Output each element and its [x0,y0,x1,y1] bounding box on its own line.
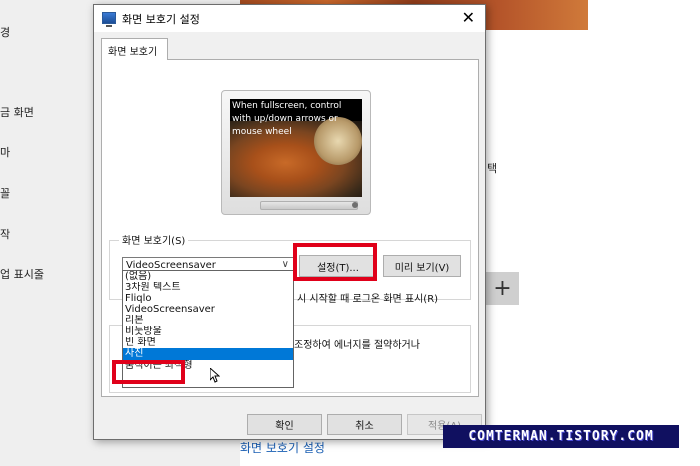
dialog-titlebar[interactable]: 화면 보호기 설정 ✕ [94,5,485,32]
tab-screensaver[interactable]: 화면 보호기 [101,38,168,60]
screensaver-settings-link[interactable]: 화면 보호기 설정 [240,439,325,456]
screensaver-group-label: 화면 보호기(S) [119,232,189,247]
sidebar-item-4[interactable]: 꼴 [0,185,10,201]
add-icon[interactable]: + [486,272,519,305]
sidebar-item-1[interactable]: 경 [0,24,10,40]
settings-partial-text: 택 [487,162,498,175]
sidebar-item-5[interactable]: 작 [0,226,10,242]
mouse-cursor-icon [210,368,220,383]
preview-overlay-text: When fullscreen, control with up/down ar… [232,101,342,137]
power-management-text: 조정하여 에너지를 절약하거나 [294,340,420,351]
ok-button[interactable]: 확인 [247,414,322,435]
watermark-banner: COMTERMAN.TISTORY.COM [443,425,679,448]
power-led-icon [352,202,358,208]
monitor-icon [102,12,116,27]
preview-screen: When fullscreen, control with up/down ar… [230,99,362,197]
close-icon[interactable]: ✕ [462,8,475,27]
dialog-title: 화면 보호기 설정 [122,13,200,26]
dropdown-option[interactable]: 비눗방울 [123,326,293,337]
preview-button[interactable]: 미리 보기(V) [383,255,461,277]
monitor-preview: When fullscreen, control with up/down ar… [221,90,371,215]
settings-button-highlight [293,243,377,281]
dropdown-option[interactable]: 리본 [123,315,293,326]
dropdown-option[interactable]: Fliqlo [123,293,293,304]
logon-screen-option-label: 시 시작할 때 로그온 화면 표시(R) [297,294,439,305]
dropdown-option-selected[interactable]: 사진 [123,348,293,360]
dropdown-option[interactable]: 3차원 텍스트 [123,282,293,293]
dropdown-option[interactable]: VideoScreensaver [123,304,293,315]
dropdown-option[interactable]: (없음) [123,271,293,282]
dropdown-option[interactable]: 빈 화면 [123,337,293,348]
sidebar-item-2[interactable]: 금 화면 [0,104,34,120]
sidebar-item-3[interactable]: 마 [0,144,10,160]
cancel-button[interactable]: 취소 [327,414,402,435]
sidebar-item-6[interactable]: 업 표시줄 [0,266,44,282]
monitor-stand [260,201,358,210]
chevron-down-icon: ∨ [281,259,289,270]
photo-option-highlight [112,360,185,384]
